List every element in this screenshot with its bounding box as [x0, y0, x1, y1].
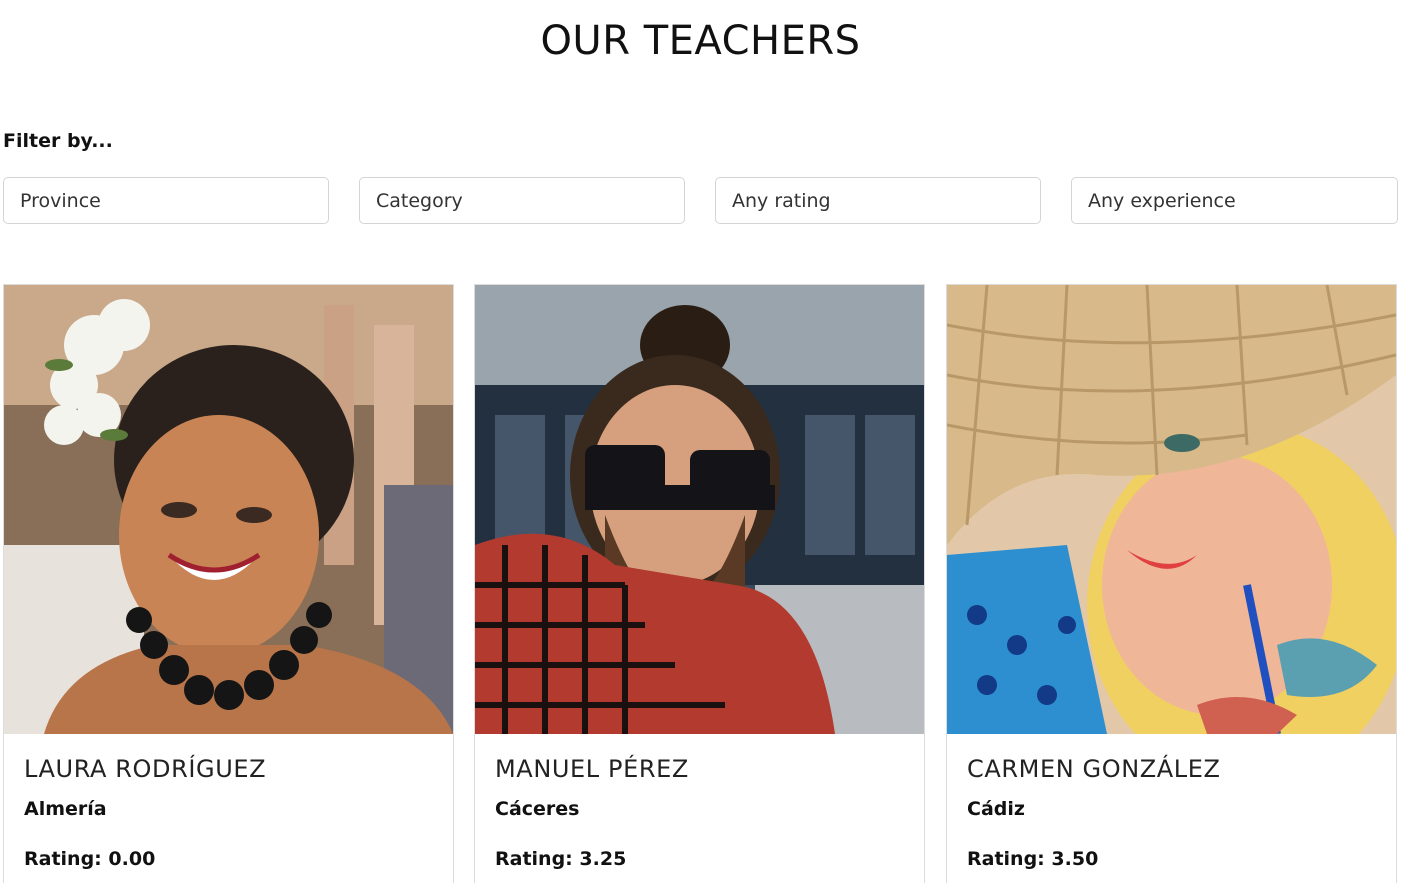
teacher-rating: Rating: 3.50 [967, 848, 1098, 870]
teacher-card[interactable]: MANUEL PÉREZ Cáceres Rating: 3.25 [474, 284, 925, 883]
rating-value: 3.50 [1051, 848, 1099, 870]
rating-select-value: Any rating [732, 189, 831, 212]
teacher-name: MANUEL PÉREZ [495, 755, 689, 783]
teacher-photo [475, 285, 924, 734]
rating-label: Rating: [495, 848, 573, 870]
teacher-rating: Rating: 0.00 [24, 848, 155, 870]
teacher-card-grid: LAURA RODRÍGUEZ Almería Rating: 0.00 MAN… [3, 284, 1398, 883]
category-select-value: Category [376, 189, 463, 212]
rating-label: Rating: [967, 848, 1045, 870]
teacher-province: Cáceres [495, 798, 580, 820]
rating-value: 0.00 [108, 848, 156, 870]
experience-select-value: Any experience [1088, 189, 1236, 212]
filter-bar: Province Category Any rating Any experie… [3, 177, 1398, 224]
teacher-province: Almería [24, 798, 107, 820]
rating-label: Rating: [24, 848, 102, 870]
teacher-photo [4, 285, 453, 734]
category-select[interactable]: Category [359, 177, 685, 224]
teacher-rating: Rating: 3.25 [495, 848, 626, 870]
page-title: OUR TEACHERS [540, 18, 861, 64]
teacher-card[interactable]: LAURA RODRÍGUEZ Almería Rating: 0.00 [3, 284, 454, 883]
teacher-province: Cádiz [967, 798, 1025, 820]
teacher-name: LAURA RODRÍGUEZ [24, 755, 267, 783]
experience-select[interactable]: Any experience [1071, 177, 1398, 224]
teacher-card[interactable]: CARMEN GONZÁLEZ Cádiz Rating: 3.50 [946, 284, 1397, 883]
province-select-value: Province [20, 189, 101, 212]
rating-value: 3.25 [579, 848, 627, 870]
teacher-photo [947, 285, 1396, 734]
filter-label: Filter by... [3, 130, 113, 152]
teacher-name: CARMEN GONZÁLEZ [967, 755, 1221, 783]
rating-select[interactable]: Any rating [715, 177, 1041, 224]
province-select[interactable]: Province [3, 177, 329, 224]
